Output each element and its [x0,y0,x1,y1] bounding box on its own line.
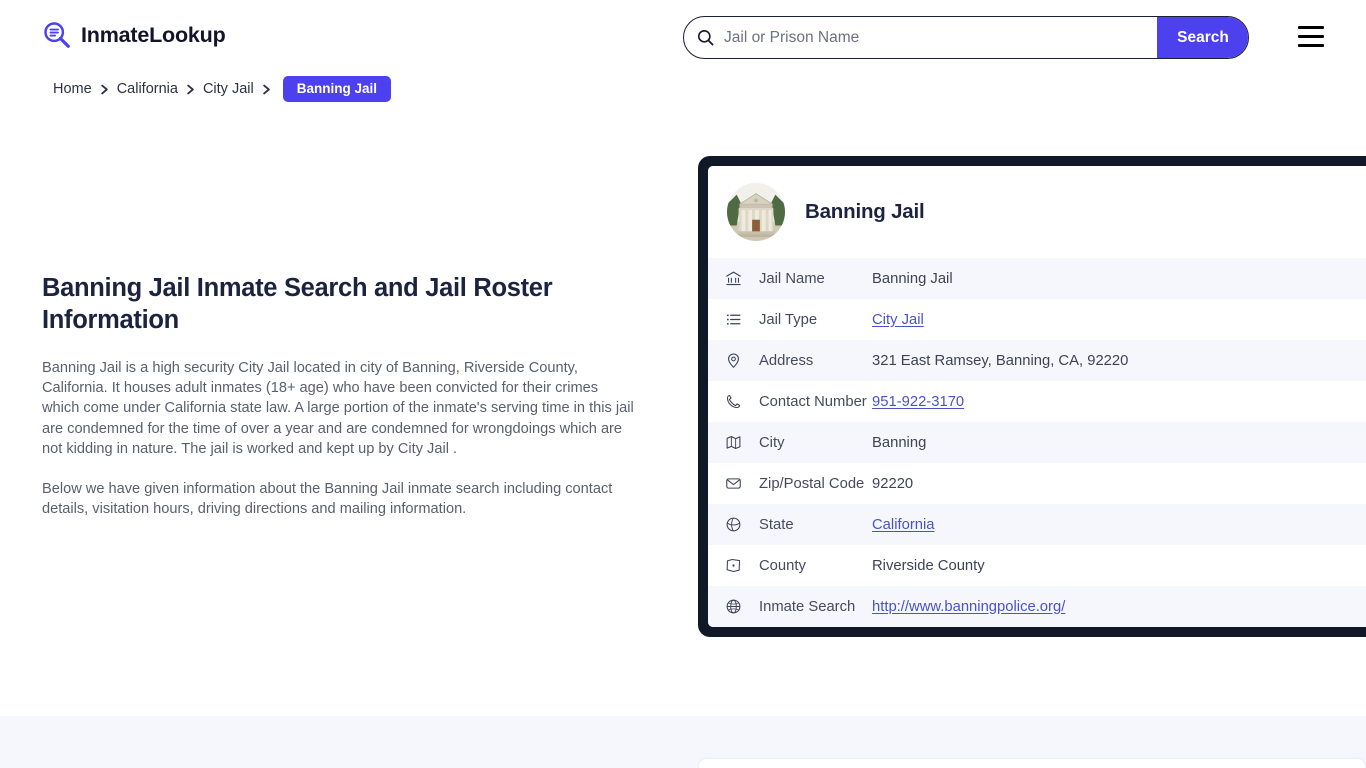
chevron-right-icon [186,84,195,95]
breadcrumb-item-city-jail[interactable]: City Jail [203,81,254,97]
jail-building-photo [727,183,785,241]
list-icon [725,311,742,328]
phone-icon [725,393,742,410]
bank-building-icon [725,270,742,287]
row-label: Inmate Search [759,599,872,615]
row-value: Banning Jail [872,271,953,287]
row-value: http://www.banningpolice.org/ [872,599,1065,615]
search-input[interactable] [715,17,1157,58]
breadcrumb-item-california[interactable]: California [117,81,178,97]
page-title: Banning Jail Inmate Search and Jail Rost… [42,272,572,336]
hamburger-bar [1298,26,1324,29]
globe-grid-icon [725,598,742,615]
jail-info-card-title: Banning Jail [805,200,924,224]
hamburger-bar [1298,44,1324,47]
row-label: Jail Type [759,312,872,328]
hamburger-bar [1298,35,1324,38]
table-row: County Riverside County [708,545,1366,586]
row-label: Contact Number [759,394,872,410]
map-icon [725,434,742,451]
breadcrumb-item-home[interactable]: Home [53,81,92,97]
breadcrumb: Home California City Jail Banning Jail [53,76,391,102]
search-bar[interactable]: Search [683,16,1249,59]
hamburger-menu-icon[interactable] [1298,26,1324,47]
main-content: Banning Jail Inmate Search and Jail Rost… [42,272,642,519]
jail-info-card-inner: Banning Jail Jail Name Banning Jail [708,166,1366,627]
intro-paragraph: Banning Jail is a high security City Jai… [42,358,638,459]
row-label: State [759,517,872,533]
table-row: Jail Type City Jail [708,299,1366,340]
table-row: Address 321 East Ramsey, Banning, CA, 92… [708,340,1366,381]
row-value: Banning [872,435,926,451]
row-value: 92220 [872,476,913,492]
chevron-right-icon [262,84,271,95]
map-pin-icon [725,352,742,369]
row-value: City Jail [872,312,924,328]
globe-sphere-icon [725,516,742,533]
magnifier-list-logo-icon [42,20,72,50]
row-label: City [759,435,872,451]
jail-type-link[interactable]: City Jail [872,312,924,328]
table-row: State California [708,504,1366,545]
row-value: 951-922-3170 [872,394,964,410]
table-row: Jail Name Banning Jail [708,258,1366,299]
brand-logo[interactable]: InmateLookup [42,20,226,50]
row-value: California [872,517,935,533]
table-row: Contact Number 951-922-3170 [708,381,1366,422]
row-value: Riverside County [872,558,985,574]
search-button[interactable]: Search [1157,17,1249,58]
row-value: 321 East Ramsey, Banning, CA, 92220 [872,353,1128,369]
brand-name: InmateLookup [81,23,226,48]
inmate-search-link[interactable]: http://www.banningpolice.org/ [872,599,1065,615]
secondary-paragraph: Below we have given information about th… [42,479,638,519]
phone-link[interactable]: 951-922-3170 [872,394,964,410]
lower-card-peek [698,758,1366,768]
table-row: Zip/Postal Code 92220 [708,463,1366,504]
jail-info-card: Banning Jail Jail Name Banning Jail [698,156,1366,637]
site-header: InmateLookup Search [0,0,1366,74]
row-label: County [759,558,872,574]
table-row: Inmate Search http://www.banningpolice.o… [708,586,1366,627]
envelope-icon [725,475,742,492]
row-label: Zip/Postal Code [759,476,872,492]
search-icon [696,28,715,47]
county-map-icon [725,557,742,574]
table-row: City Banning [708,422,1366,463]
avatar [727,183,785,241]
chevron-right-icon [100,84,109,95]
jail-info-card-header: Banning Jail [708,166,1366,258]
row-label: Address [759,353,872,369]
breadcrumb-item-current: Banning Jail [283,76,391,102]
state-link[interactable]: California [872,517,935,533]
row-label: Jail Name [759,271,872,287]
